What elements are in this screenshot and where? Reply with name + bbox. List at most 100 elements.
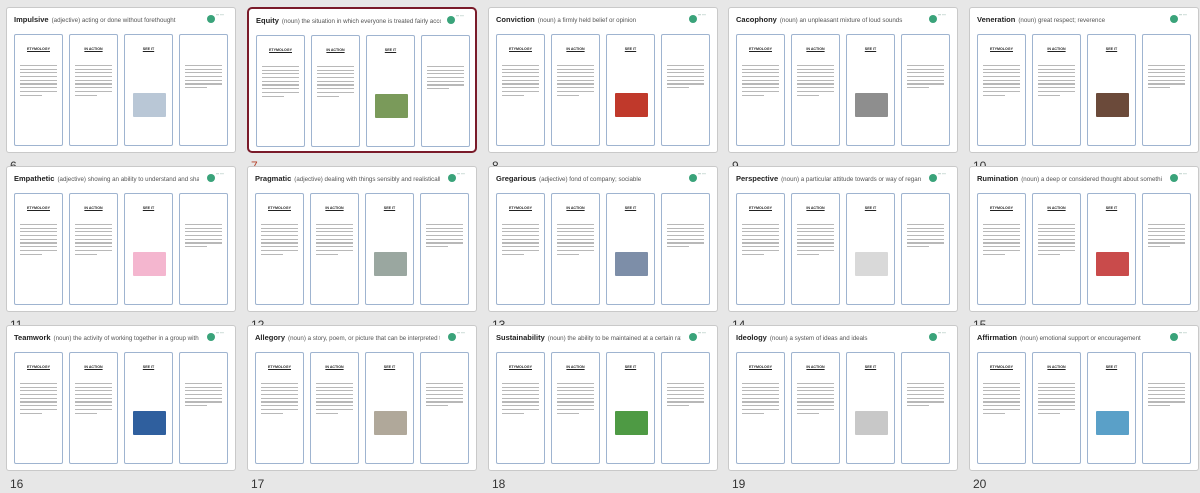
card-heading: IN ACTION [566, 365, 585, 369]
word-cards: ETYMOLOGY IN ACTION SEE IT [736, 193, 952, 305]
card-text-lines [742, 383, 779, 416]
card-text-lines [185, 65, 222, 91]
slide-preview[interactable]: Ideology (noun) a system of ideas and ide… [728, 325, 958, 471]
illustration-image [855, 252, 888, 276]
card-heading: SEE IT [864, 47, 877, 51]
word-cards: ETYMOLOGY IN ACTION SEE IT [14, 34, 230, 146]
slide-number: 17 [251, 477, 265, 491]
slide-word: Perspective [736, 174, 779, 183]
slide-preview[interactable]: Veneration (noun) great respect; reverenc… [969, 7, 1199, 153]
school-logo-icon: ··· ··· [689, 13, 709, 26]
card-heading: SEE IT [624, 365, 637, 369]
slide-preview[interactable]: Pragmatic (adjective) dealing with things… [247, 166, 477, 312]
slide-thumbnail[interactable]: Sustainability (noun) the ability to be m… [488, 325, 718, 493]
slide-preview[interactable]: Impulsive (adjective) acting or done with… [6, 7, 236, 153]
slide-title: Cacophony (noun) an unpleasant mixture of… [736, 15, 921, 24]
card-heading: ETYMOLOGY [509, 365, 532, 369]
slide-preview[interactable]: Rumination (noun) a deep or considered th… [969, 166, 1199, 312]
slide-thumbnail[interactable]: Allegory (noun) a story, poem, or picture… [247, 325, 477, 493]
slide-thumbnail[interactable]: Equity (noun) the situation in which ever… [247, 7, 477, 175]
card-text-lines [983, 65, 1020, 98]
card-heading: SEE IT [1105, 47, 1118, 51]
slide-thumbnail[interactable]: Perspective (noun) a particular attitude … [728, 166, 958, 334]
card-heading: IN ACTION [806, 206, 825, 210]
word-cards: ETYMOLOGY IN ACTION SEE IT [736, 34, 952, 146]
slide-preview[interactable]: Allegory (noun) a story, poem, or picture… [247, 325, 477, 471]
slide-thumbnail[interactable]: Conviction (noun) a firmly held belief or… [488, 7, 718, 175]
slide-thumbnail[interactable]: Gregarious (adjective) fond of company; s… [488, 166, 718, 334]
word-card [420, 352, 469, 464]
illustration-image [374, 411, 407, 435]
slide-preview[interactable]: Conviction (noun) a firmly held belief or… [488, 7, 718, 153]
slide-word: Ideology [736, 333, 767, 342]
card-text-lines [20, 65, 57, 98]
slide-thumbnail[interactable]: Veneration (noun) great respect; reverenc… [969, 7, 1199, 175]
school-logo-icon: ··· ··· [689, 172, 709, 185]
school-logo-icon: ··· ··· [929, 172, 949, 185]
school-logo-icon: ··· ··· [929, 13, 949, 26]
slide-number: 16 [10, 477, 24, 491]
word-card: ETYMOLOGY [496, 193, 545, 305]
word-card: ETYMOLOGY [496, 352, 545, 464]
card-heading: IN ACTION [566, 47, 585, 51]
card-heading: ETYMOLOGY [509, 47, 532, 51]
slide-preview[interactable]: Perspective (noun) a particular attitude … [728, 166, 958, 312]
card-heading: IN ACTION [84, 47, 103, 51]
word-card: IN ACTION [791, 34, 840, 146]
word-card [901, 34, 950, 146]
slide-thumbnail[interactable]: Pragmatic (adjective) dealing with things… [247, 166, 477, 334]
card-text-lines [427, 66, 464, 92]
slide-preview[interactable]: Equity (noun) the situation in which ever… [247, 7, 477, 153]
slide-preview[interactable]: Gregarious (adjective) fond of company; s… [488, 166, 718, 312]
word-card [179, 34, 228, 146]
slide-definition: (noun) an unpleasant mixture of loud sou… [779, 17, 903, 24]
slide-thumbnail[interactable]: Affirmation (noun) emotional support or e… [969, 325, 1199, 493]
slide-thumbnail[interactable]: Ideology (noun) a system of ideas and ide… [728, 325, 958, 493]
slide-word: Rumination [977, 174, 1019, 183]
word-cards: ETYMOLOGY IN ACTION SEE IT [977, 193, 1193, 305]
slide-title: Conviction (noun) a firmly held belief or… [496, 15, 681, 24]
slide-word: Sustainability [496, 333, 545, 342]
card-heading: SEE IT [383, 365, 396, 369]
slide-preview[interactable]: Cacophony (noun) an unpleasant mixture of… [728, 7, 958, 153]
card-text-lines [1038, 224, 1075, 257]
slide-thumbnail[interactable]: Empathetic (adjective) showing an ability… [6, 166, 236, 334]
card-heading: ETYMOLOGY [990, 365, 1013, 369]
slide-preview[interactable]: Teamwork (noun) the activity of working t… [6, 325, 236, 471]
slide-number: 19 [732, 477, 746, 491]
card-text-lines [667, 383, 704, 409]
word-card: SEE IT [606, 352, 655, 464]
slide-word: Empathetic [14, 174, 55, 183]
slide-thumbnail[interactable]: Impulsive (adjective) acting or done with… [6, 7, 236, 175]
word-card [661, 352, 710, 464]
word-cards: ETYMOLOGY IN ACTION SEE IT [496, 352, 712, 464]
slide-word: Gregarious [496, 174, 537, 183]
word-card: IN ACTION [551, 34, 600, 146]
word-card: SEE IT [606, 34, 655, 146]
slide-preview[interactable]: Sustainability (noun) the ability to be m… [488, 325, 718, 471]
word-cards: ETYMOLOGY IN ACTION SEE IT [496, 193, 712, 305]
slide-preview[interactable]: Empathetic (adjective) showing an ability… [6, 166, 236, 312]
card-heading: SEE IT [1105, 206, 1118, 210]
card-text-lines [667, 65, 704, 91]
word-card: IN ACTION [69, 193, 118, 305]
card-heading: ETYMOLOGY [268, 206, 291, 210]
slide-title: Teamwork (noun) the activity of working t… [14, 333, 199, 342]
card-heading: SEE IT [142, 206, 155, 210]
word-card [661, 34, 710, 146]
slide-title: Gregarious (adjective) fond of company; s… [496, 174, 681, 183]
card-text-lines [502, 224, 539, 257]
school-logo-icon: ··· ··· [448, 172, 468, 185]
slide-thumbnail[interactable]: Rumination (noun) a deep or considered th… [969, 166, 1199, 334]
slide-preview[interactable]: Affirmation (noun) emotional support or e… [969, 325, 1199, 471]
slide-definition: (noun) a deep or considered thought abou… [1021, 176, 1162, 183]
school-logo-icon: ··· ··· [207, 13, 227, 26]
card-text-lines [983, 383, 1020, 416]
card-heading: IN ACTION [84, 365, 103, 369]
card-heading: ETYMOLOGY [509, 206, 532, 210]
slide-thumbnail[interactable]: Teamwork (noun) the activity of working t… [6, 325, 236, 493]
slide-thumbnail[interactable]: Cacophony (noun) an unpleasant mixture of… [728, 7, 958, 175]
word-card [661, 193, 710, 305]
word-card [1142, 193, 1191, 305]
word-card: ETYMOLOGY [977, 193, 1026, 305]
